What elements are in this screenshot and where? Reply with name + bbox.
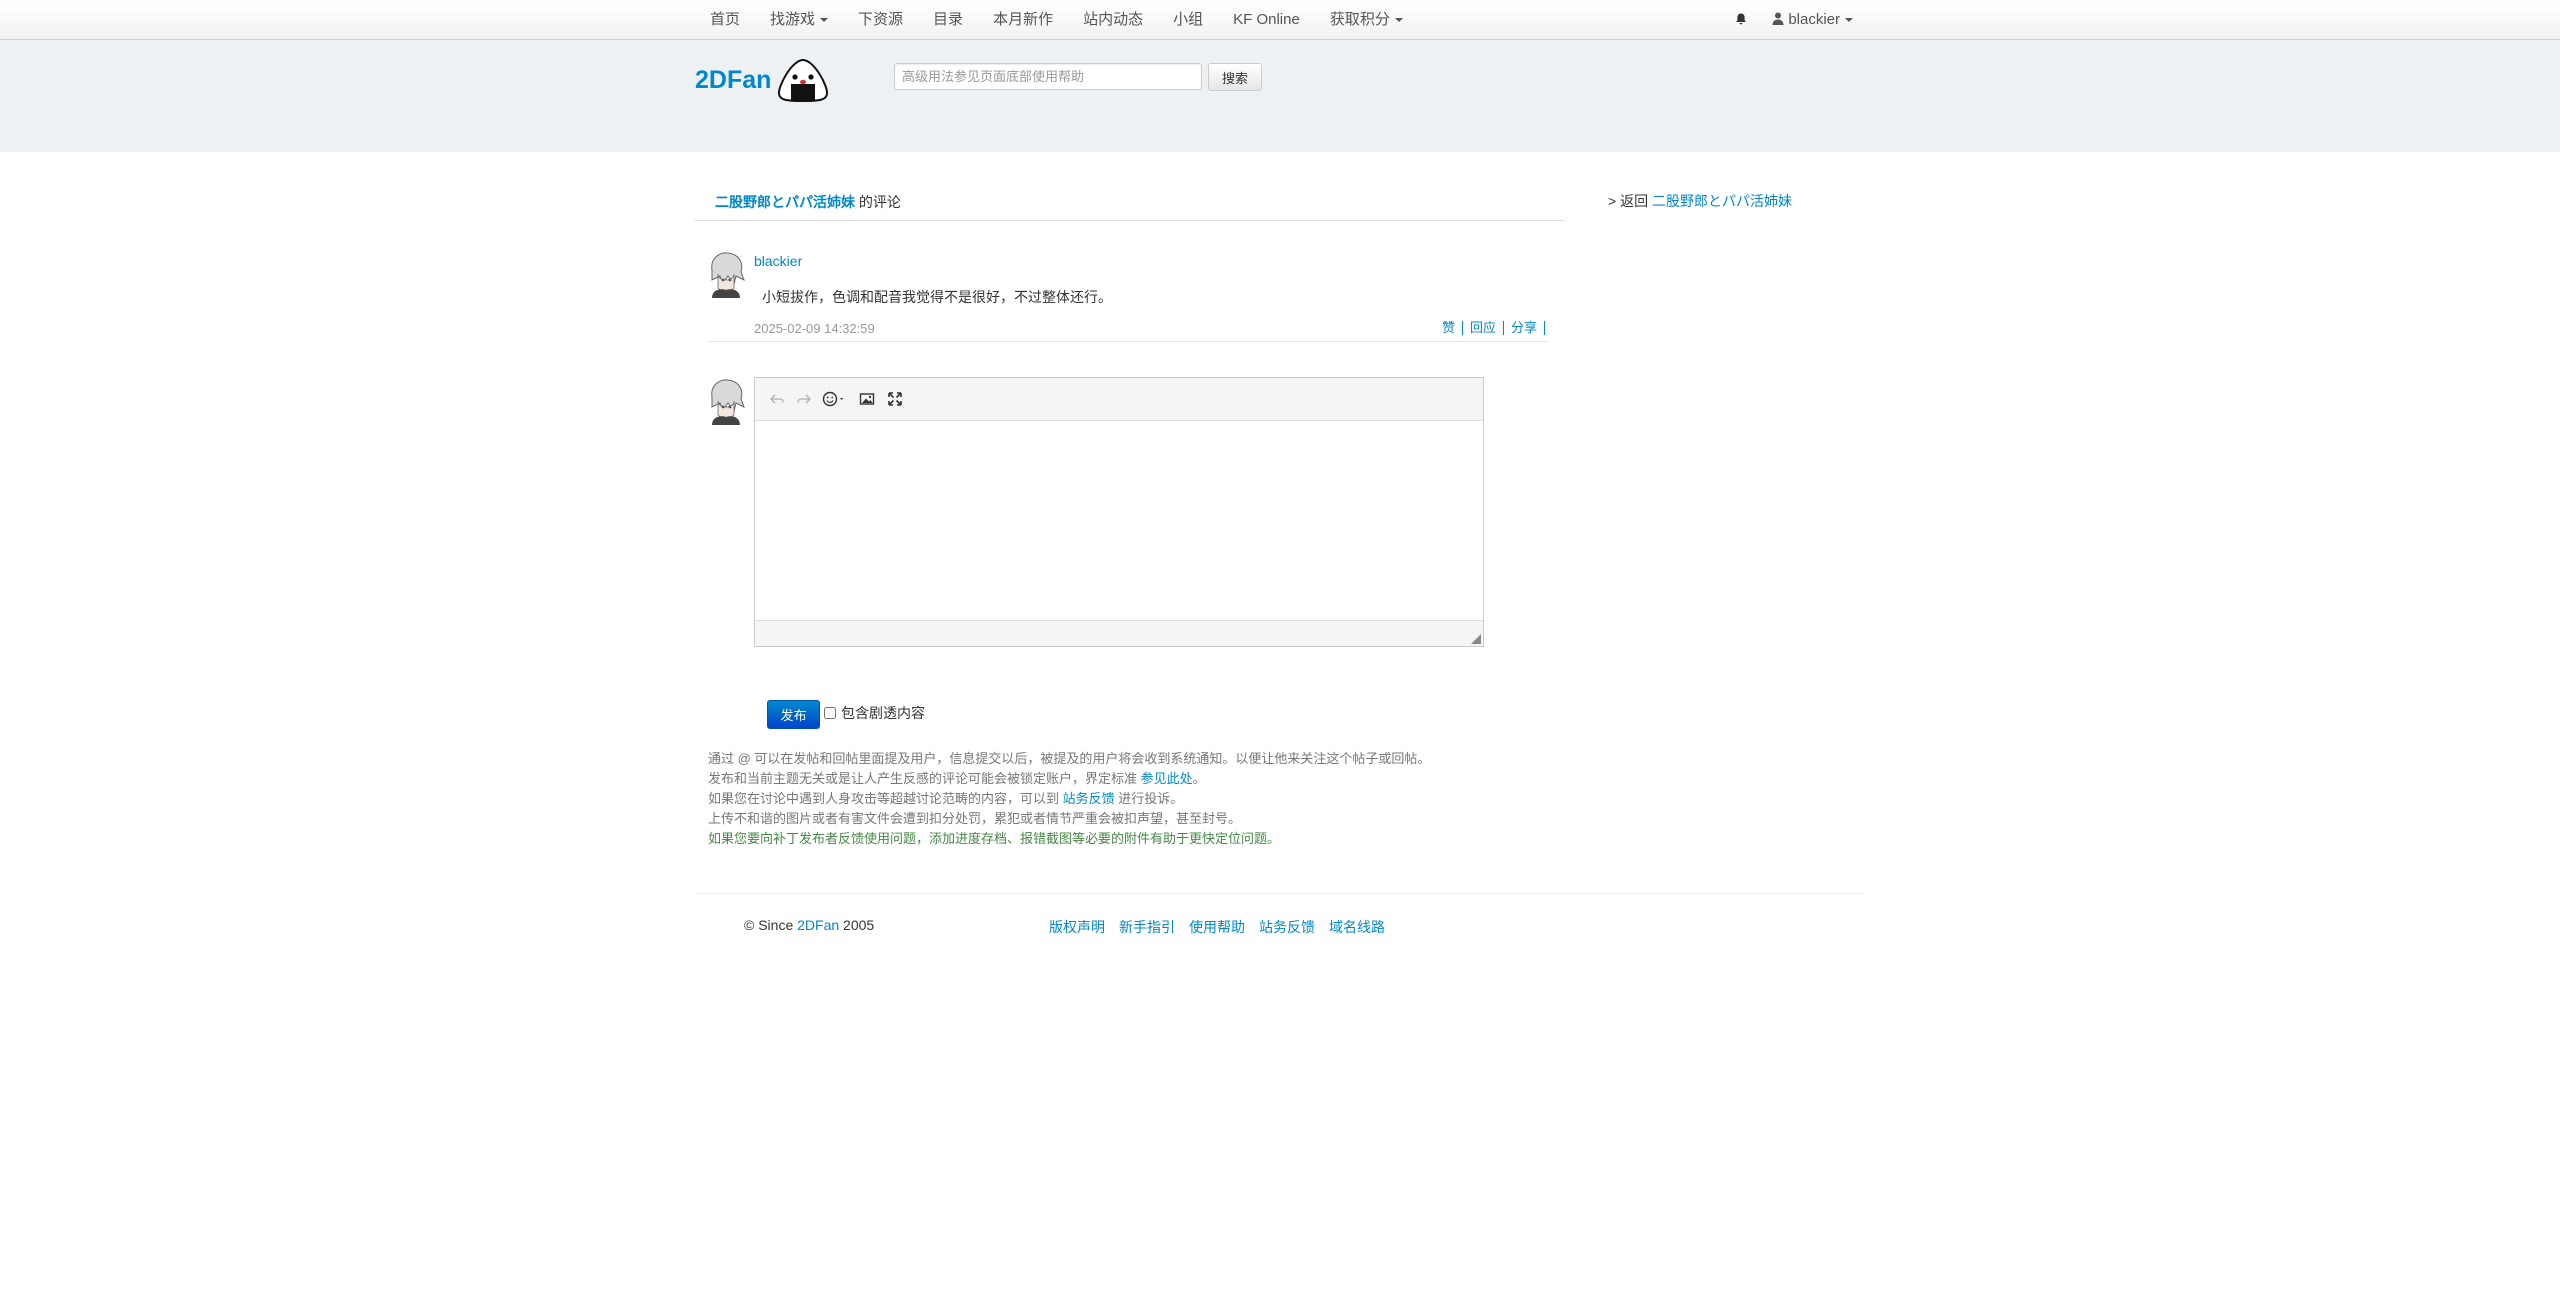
nav-site-activity[interactable]: 站内动态 <box>1068 0 1158 39</box>
copyright-site-link[interactable]: 2DFan <box>797 917 839 933</box>
bell-icon <box>1736 13 1747 25</box>
nav-find-games-label: 找游戏 <box>770 11 816 28</box>
note-rules-suffix: 。 <box>1192 771 1206 786</box>
copyright: © Since 2DFan 2005 <box>744 917 874 933</box>
nav-home-label: 首页 <box>710 11 741 28</box>
user-icon <box>1772 12 1784 25</box>
chevron-down-icon <box>1845 18 1853 23</box>
comment-text: 小短拔作，色调和配音我觉得不是很好，不过整体还行。 <box>762 289 1112 305</box>
nav-home[interactable]: 首页 <box>695 0 755 39</box>
nav-groups[interactable]: 小组 <box>1158 0 1218 39</box>
footer-links: 版权声明 新手指引 使用帮助 站务反馈 域名线路 <box>1049 917 1399 937</box>
undo-icon[interactable] <box>769 391 785 407</box>
resize-handle-icon[interactable] <box>1471 634 1481 644</box>
copyright-prefix: © Since <box>744 917 794 933</box>
image-icon[interactable] <box>859 391 875 407</box>
editor-statusbar <box>755 620 1483 646</box>
copyright-year: 2005 <box>843 917 875 933</box>
footer-link-help[interactable]: 使用帮助 <box>1189 917 1245 937</box>
avatar[interactable] <box>706 377 746 425</box>
note-upload: 上传不和谐的图片或者有害文件会遭到扣分处罚，累犯或者情节严重会被扣声望，甚至封号… <box>708 811 1242 826</box>
title-divider <box>695 220 1565 221</box>
back-game-link[interactable]: 二股野郎とパパ活姉妹 <box>1652 193 1792 209</box>
user-menu[interactable]: blackier <box>1760 0 1865 39</box>
comment-author-link[interactable]: blackier <box>754 253 802 269</box>
nav-find-games[interactable]: 找游戏 <box>755 0 843 39</box>
top-navbar: 首页 找游戏 下资源 目录 本月新作 站内动态 小组 KF Online 获取积… <box>0 0 2560 40</box>
note-report-text: 如果您在讨论中遇到人身攻击等超越讨论范畴的内容，可以到 <box>708 791 1060 806</box>
footer-link-feedback[interactable]: 站务反馈 <box>1259 917 1315 937</box>
nav-downloads-label: 下资源 <box>858 11 904 28</box>
reply-editor <box>754 377 1484 647</box>
back-to-game: > 返回 二股野郎とパパ活姉妹 <box>1608 191 1792 211</box>
nav-kf-online[interactable]: KF Online <box>1218 0 1315 39</box>
spoiler-label: 包含剧透内容 <box>841 705 925 721</box>
onigiri-mascot-icon <box>778 58 828 102</box>
chevron-down-icon <box>820 18 829 23</box>
nav-get-points[interactable]: 获取积分 <box>1315 0 1418 39</box>
note-rules-text: 发布和当前主题无关或是让人产生反感的评论可能会被锁定账户，界定标准 <box>708 771 1138 786</box>
site-logo[interactable]: 2DFan <box>695 66 771 95</box>
nav-monthly-new-label: 本月新作 <box>993 11 1054 28</box>
site-header: 2DFan 搜索 <box>0 40 2560 152</box>
note-patch-feedback: 如果您要向补丁发布者反馈使用问题，添加进度存档、报错截图等必要的附件有助于更快定… <box>708 831 1281 846</box>
nav-kf-online-label: KF Online <box>1233 11 1300 28</box>
feedback-link[interactable]: 站务反馈 <box>1063 791 1115 806</box>
comment-actions: 赞 回应 分享 <box>1435 321 1545 335</box>
page-title-suffix: 的评论 <box>858 194 901 210</box>
chevron-down-icon <box>1394 18 1403 23</box>
nav-monthly-new[interactable]: 本月新作 <box>978 0 1068 39</box>
nav-downloads[interactable]: 下资源 <box>843 0 918 39</box>
page-title: 二股野郎とパパ活姉妹 的评论 <box>715 192 901 212</box>
search-input[interactable] <box>894 63 1202 90</box>
nav-catalog-label: 目录 <box>933 11 964 28</box>
posting-notes: 通过 @ 可以在发帖和回帖里面提及用户，信息提交以后，被提及的用户将会收到系统通… <box>708 749 1430 849</box>
footer-divider <box>695 893 1865 894</box>
main-nav: 首页 找游戏 下资源 目录 本月新作 站内动态 小组 KF Online 获取积… <box>695 0 1418 39</box>
nav-get-points-label: 获取积分 <box>1329 11 1390 28</box>
comment-timestamp: 2025-02-09 14:32:59 <box>754 321 875 336</box>
like-button[interactable]: 赞 <box>1435 321 1463 335</box>
note-report-suffix: 进行投诉。 <box>1118 791 1184 806</box>
note-rules: 发布和当前主题无关或是让人产生反感的评论可能会被锁定账户，界定标准 参见此处。 <box>708 769 1430 789</box>
search-button[interactable]: 搜索 <box>1208 63 1262 91</box>
reply-textarea[interactable] <box>755 421 1483 620</box>
emoji-icon[interactable] <box>822 391 848 407</box>
share-button[interactable]: 分享 <box>1504 321 1545 335</box>
footer-link-newbie-guide[interactable]: 新手指引 <box>1119 917 1175 937</box>
nav-catalog[interactable]: 目录 <box>918 0 978 39</box>
username-label: blackier <box>1788 11 1840 28</box>
notifications-button[interactable] <box>1722 0 1760 39</box>
redo-icon[interactable] <box>796 391 812 407</box>
note-mention: 通过 @ 可以在发帖和回帖里面提及用户，信息提交以后，被提及的用户将会收到系统通… <box>708 751 1431 766</box>
back-prefix: > 返回 <box>1608 193 1649 209</box>
avatar[interactable] <box>706 250 746 298</box>
game-title-link[interactable]: 二股野郎とパパ活姉妹 <box>715 194 855 210</box>
fullscreen-icon[interactable] <box>887 391 903 407</box>
note-report: 如果您在讨论中遇到人身攻击等超越讨论范畴的内容，可以到 站务反馈 进行投诉。 <box>708 789 1430 809</box>
editor-toolbar <box>755 378 1483 421</box>
footer-link-copyright[interactable]: 版权声明 <box>1049 917 1105 937</box>
nav-site-activity-label: 站内动态 <box>1083 11 1144 28</box>
rules-link[interactable]: 参见此处 <box>1141 771 1193 786</box>
spoiler-checkbox[interactable] <box>824 707 836 719</box>
comment-divider <box>708 341 1548 342</box>
publish-button[interactable]: 发布 <box>767 700 820 729</box>
reply-button[interactable]: 回应 <box>1463 321 1504 335</box>
user-nav: blackier <box>1722 0 1865 39</box>
nav-groups-label: 小组 <box>1173 11 1204 28</box>
footer-link-domains[interactable]: 域名线路 <box>1329 917 1385 937</box>
